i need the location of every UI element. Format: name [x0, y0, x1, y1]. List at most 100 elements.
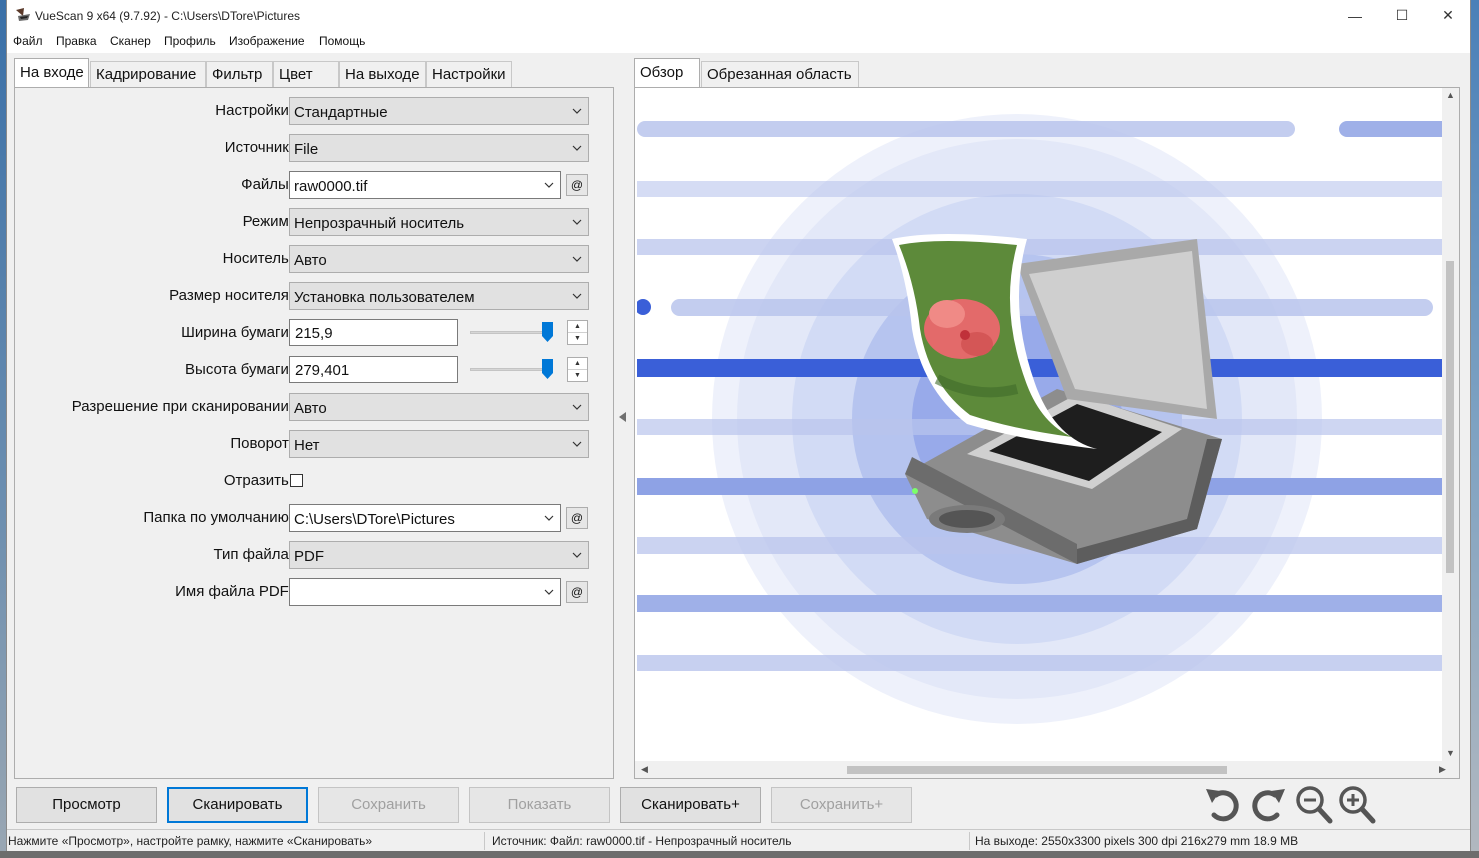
paper-width-slider-track[interactable] — [470, 331, 552, 334]
scroll-up-icon[interactable]: ▲ — [1446, 90, 1455, 100]
settings-row: Настройки: Стандартные — [15, 97, 615, 126]
collapse-panel-icon[interactable] — [619, 412, 627, 422]
title-bar: VueScan 9 x64 (9.7.92) - C:\Users\DTore\… — [7, 0, 1470, 31]
tab-cropped-area[interactable]: Обрезанная область — [701, 61, 859, 87]
maximize-button[interactable]: ☐ — [1379, 0, 1425, 31]
mirror-label: Отразить: — [223, 472, 293, 489]
close-button[interactable]: ✕ — [1425, 0, 1471, 31]
file-type-dropdown[interactable]: PDF — [289, 541, 589, 569]
source-value: File — [294, 141, 319, 158]
spin-down-icon[interactable]: ▼ — [568, 333, 587, 345]
default-folder-value: C:\Users\DTore\Pictures — [294, 511, 455, 528]
zoom-out-icon[interactable] — [1294, 783, 1334, 825]
media-size-dropdown[interactable]: Установка пользователем — [289, 282, 589, 310]
menu-scanner[interactable]: Сканер — [110, 34, 151, 48]
pdf-file-name-combobox[interactable] — [289, 578, 561, 606]
source-label: Источник: — [224, 139, 293, 156]
paper-width-input[interactable]: 215,9 — [289, 319, 458, 346]
file-type-label: Тип файла: — [213, 546, 294, 563]
mode-dropdown[interactable]: Непрозрачный носитель — [289, 208, 589, 236]
save-plus-button[interactable]: Сохранить+ — [771, 787, 912, 823]
status-separator — [484, 832, 485, 850]
paper-width-row: Ширина бумаги: 215,9 ▲ ▼ — [15, 319, 615, 348]
scroll-right-icon[interactable]: ▶ — [1439, 764, 1446, 775]
menu-file[interactable]: Файл — [13, 34, 43, 48]
tab-preview[interactable]: Обзор — [634, 58, 700, 88]
chevron-down-icon — [544, 515, 554, 521]
save-button[interactable]: Сохранить — [318, 787, 459, 823]
mirror-checkbox[interactable] — [290, 474, 303, 487]
menu-edit[interactable]: Правка — [56, 34, 97, 48]
rotation-dropdown[interactable]: Нет — [289, 430, 589, 458]
paper-height-input[interactable]: 279,401 — [289, 356, 458, 383]
menu-profile[interactable]: Профиль — [164, 34, 216, 48]
preview-image-area[interactable] — [637, 89, 1451, 763]
pdf-file-name-at-button[interactable]: @ — [566, 581, 588, 603]
files-combobox[interactable]: raw0000.tif — [289, 171, 561, 199]
default-folder-combobox[interactable]: C:\Users\DTore\Pictures — [289, 504, 561, 532]
tab-filter[interactable]: Фильтр — [206, 61, 273, 87]
chevron-down-icon — [572, 404, 582, 410]
scan-resolution-row: Разрешение при сканировании: Авто — [15, 393, 615, 422]
preview-horizontal-scrollbar[interactable]: ◀ ▶ — [635, 761, 1459, 778]
menu-image[interactable]: Изображение — [229, 34, 305, 48]
settings-dropdown[interactable]: Стандартные — [289, 97, 589, 125]
scan-plus-button[interactable]: Сканировать+ — [620, 787, 761, 823]
paper-width-spinner[interactable]: ▲ ▼ — [567, 320, 588, 345]
taskbar-edge — [0, 851, 1479, 858]
scroll-left-icon[interactable]: ◀ — [641, 764, 648, 775]
pdf-file-name-row: Имя файла PDF: @ — [15, 578, 615, 607]
tab-color[interactable]: Цвет — [273, 61, 339, 87]
paper-width-label: Ширина бумаги: — [181, 324, 293, 341]
scan-resolution-label: Разрешение при сканировании: — [71, 398, 293, 415]
scan-button[interactable]: Сканировать — [167, 787, 308, 823]
show-button[interactable]: Показать — [469, 787, 610, 823]
tab-input[interactable]: На входе — [14, 58, 89, 88]
chevron-down-icon — [544, 182, 554, 188]
preview-vertical-scrollbar[interactable]: ▲ ▼ — [1442, 88, 1459, 762]
preview-button[interactable]: Просмотр — [16, 787, 157, 823]
chevron-down-icon — [572, 219, 582, 225]
media-dropdown[interactable]: Авто — [289, 245, 589, 273]
spin-up-icon[interactable]: ▲ — [568, 358, 587, 370]
zoom-in-icon[interactable] — [1337, 783, 1377, 825]
files-at-button[interactable]: @ — [566, 174, 588, 196]
spin-up-icon[interactable]: ▲ — [568, 321, 587, 333]
media-label: Носитель: — [222, 250, 293, 267]
media-row: Носитель: Авто — [15, 245, 615, 274]
file-type-row: Тип файла: PDF — [15, 541, 615, 570]
paper-height-slider-thumb[interactable] — [542, 359, 553, 379]
menu-help[interactable]: Помощь — [319, 34, 365, 48]
status-hint: Нажмите «Просмотр», настройте рамку, наж… — [8, 834, 373, 848]
tab-settings[interactable]: Настройки — [426, 61, 512, 87]
input-settings-panel: Настройки: Стандартные Источник: File Фа… — [14, 87, 614, 779]
paper-width-slider-thumb[interactable] — [542, 322, 553, 342]
vuescan-app-icon — [16, 8, 30, 21]
default-folder-at-button[interactable]: @ — [566, 507, 588, 529]
rotate-left-icon[interactable] — [1202, 783, 1242, 825]
window-title: VueScan 9 x64 (9.7.92) - C:\Users\DTore\… — [35, 9, 300, 23]
mode-label: Режим: — [242, 213, 293, 230]
source-dropdown[interactable]: File — [289, 134, 589, 162]
files-row: Файлы: raw0000.tif @ — [15, 171, 615, 200]
scan-resolution-dropdown[interactable]: Авто — [289, 393, 589, 421]
chevron-down-icon — [572, 293, 582, 299]
paper-height-slider-track[interactable] — [470, 368, 552, 371]
scroll-down-icon[interactable]: ▼ — [1446, 748, 1455, 758]
mode-value: Непрозрачный носитель — [294, 215, 465, 232]
preview-panel: ▲ ▼ ◀ ▶ — [634, 87, 1460, 779]
media-size-label: Размер носителя: — [169, 287, 293, 304]
tab-crop[interactable]: Кадрирование — [90, 61, 206, 87]
spin-down-icon[interactable]: ▼ — [568, 370, 587, 382]
minimize-button[interactable]: — — [1332, 0, 1378, 31]
mode-row: Режим: Непрозрачный носитель — [15, 208, 615, 237]
pdf-file-name-label: Имя файла PDF: — [175, 583, 293, 600]
files-label: Файлы: — [241, 176, 293, 193]
horizontal-scroll-thumb[interactable] — [847, 766, 1227, 774]
rotate-right-icon[interactable] — [1249, 783, 1289, 825]
paper-height-spinner[interactable]: ▲ ▼ — [567, 357, 588, 382]
chevron-down-icon — [572, 145, 582, 151]
vertical-scroll-thumb[interactable] — [1446, 261, 1454, 573]
status-source: Источник: Файл: raw0000.tif - Непрозрачн… — [492, 834, 792, 848]
tab-output[interactable]: На выходе — [339, 61, 426, 87]
